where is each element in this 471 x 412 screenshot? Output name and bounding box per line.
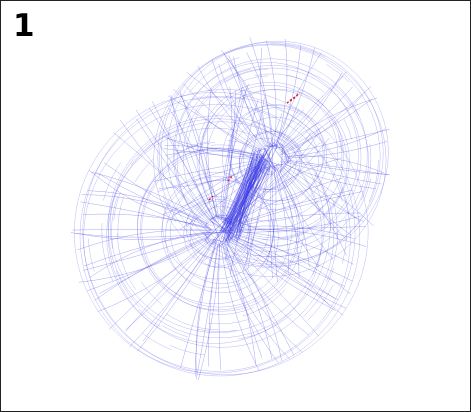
hub-lower-left-edge	[231, 233, 353, 282]
hub-lower-left-arc	[208, 319, 248, 325]
hub-lower-left-edge	[208, 243, 218, 367]
hub-upper-right-edge	[278, 47, 315, 148]
hub-lower-left-arc	[166, 313, 219, 331]
diagram-frame: 1	[0, 0, 471, 412]
hub-lower-left-edge	[221, 243, 279, 363]
hub-lower-left-arc	[140, 281, 163, 305]
hub-upper-right-edge	[183, 83, 263, 153]
hub-lower-left-arc	[138, 308, 161, 327]
hub-upper-right-edge	[266, 40, 277, 146]
hub-lower-left-arc	[169, 345, 205, 356]
highlight-mark-1	[289, 95, 298, 102]
hub-upper-right-arc	[326, 64, 350, 83]
hub-lower-left-arc	[88, 238, 95, 272]
hub-lower-left-ring	[79, 96, 360, 377]
hub-upper-right-edge	[275, 166, 334, 260]
hub-upper-right-edge	[168, 95, 262, 153]
hub-upper-right-arc	[270, 43, 326, 57]
hub-upper-right-edge	[275, 165, 300, 279]
hub-upper-right-arc	[188, 57, 240, 94]
hub-upper-right-ring	[222, 105, 328, 211]
hub-upper-right-core	[274, 147, 278, 150]
hub-upper-right-ring	[153, 43, 387, 277]
hub-lower-left-arc	[117, 196, 125, 237]
hub-lower-left-arc	[144, 130, 177, 152]
hub-upper-right-arc	[297, 88, 326, 108]
hub-lower-left-arc	[326, 231, 339, 282]
hub-lower-left-arc	[134, 158, 155, 183]
hub-upper-right-ring	[174, 58, 368, 252]
hub-lower-left-edge	[195, 241, 219, 380]
hub-lower-left-arc	[117, 233, 137, 290]
hub-lower-left-edge	[218, 243, 221, 370]
hub-upper-right-edge	[228, 55, 268, 147]
panel-label: 1	[13, 8, 35, 44]
hub-lower-left-edge	[224, 237, 273, 359]
hub-lower-left-arc	[142, 333, 172, 351]
hub-lower-left-edge	[220, 242, 260, 371]
hub-upper-right-arc	[242, 75, 269, 82]
hub-upper-right-edge	[280, 75, 344, 148]
hub-lower-left-edge	[168, 108, 219, 223]
hub-lower-left-arc	[264, 276, 292, 303]
hub-lower-left-arc	[312, 249, 322, 275]
hub-upper-right-edge	[273, 171, 320, 268]
radial-network-diagram	[70, 37, 390, 381]
